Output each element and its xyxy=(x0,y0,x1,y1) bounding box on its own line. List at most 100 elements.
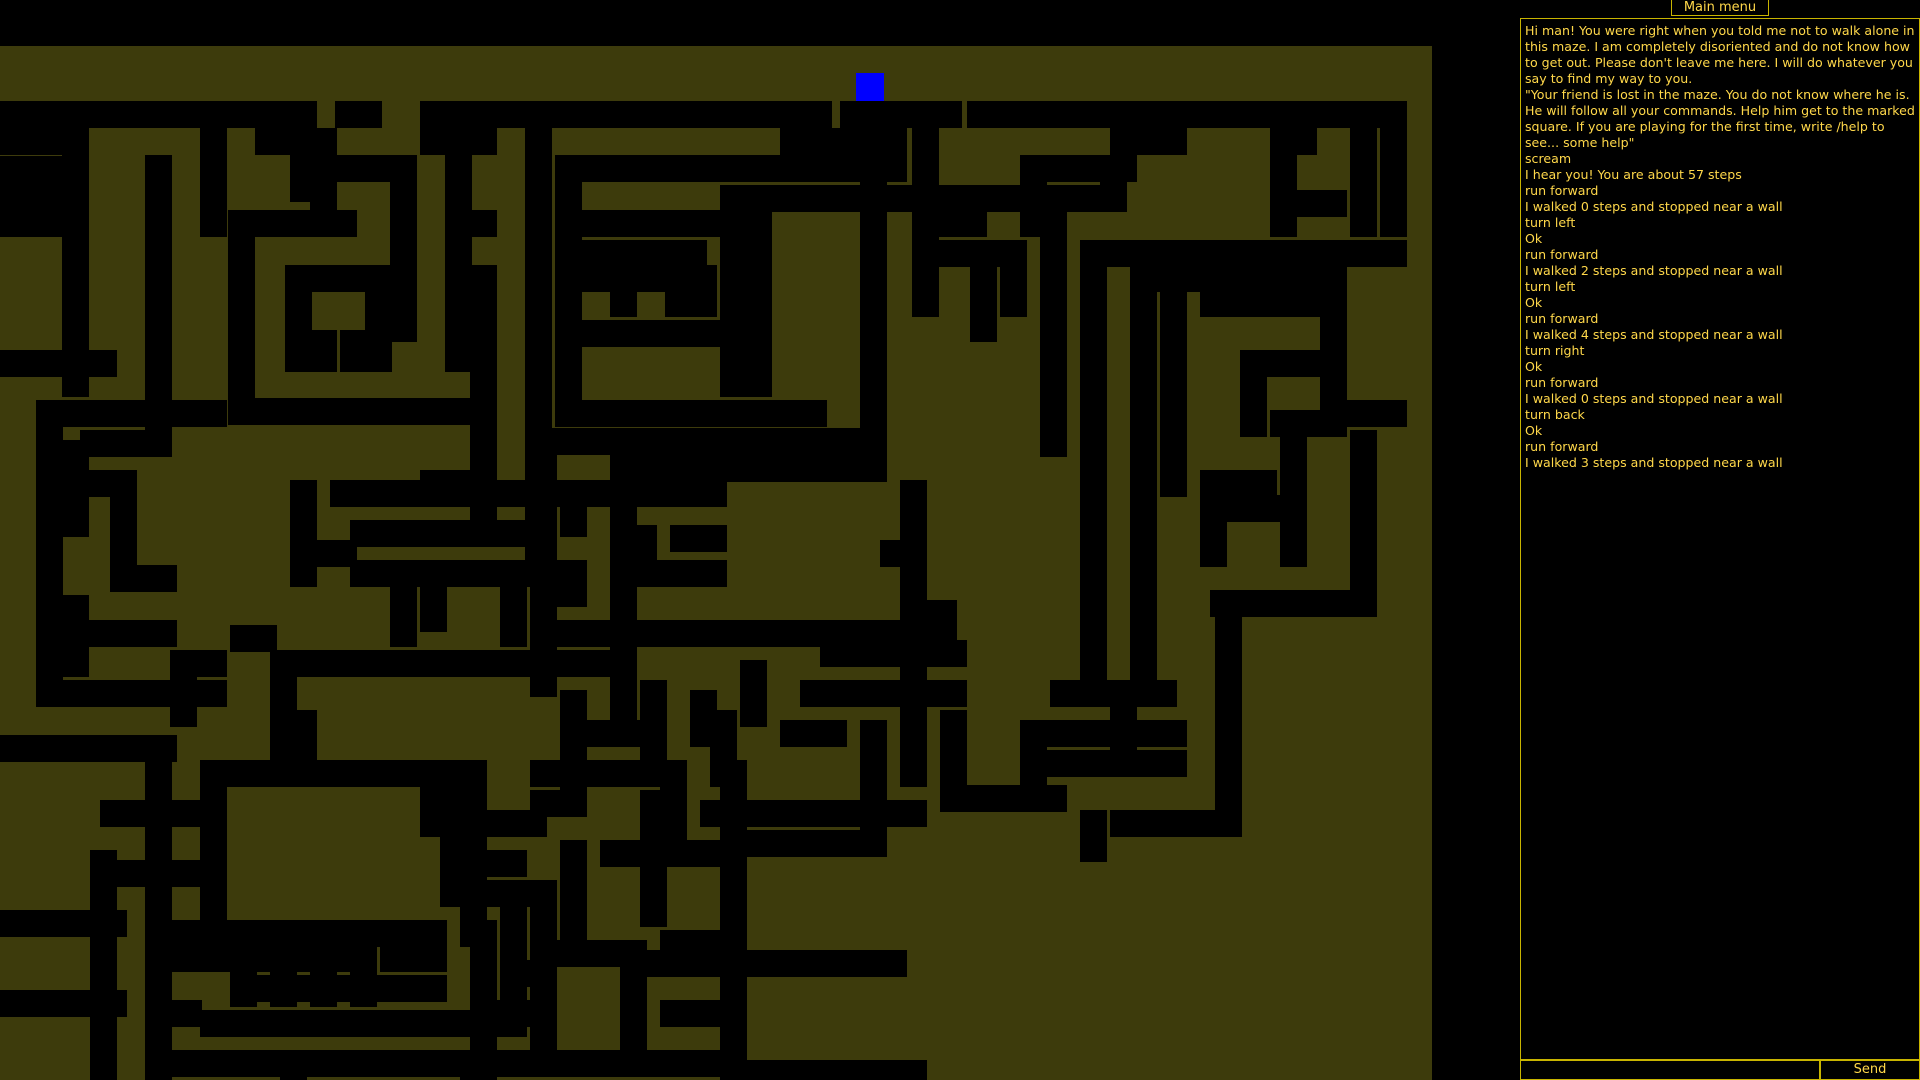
chat-message: I walked 3 steps and stopped near a wall xyxy=(1525,455,1783,470)
maze-wall xyxy=(720,210,747,397)
maze-wall xyxy=(150,1050,507,1077)
maze-wall xyxy=(740,830,887,857)
maze-wall xyxy=(1270,190,1347,217)
chat-message: I hear you! You are about 57 steps xyxy=(1525,167,1742,182)
maze-wall xyxy=(460,850,527,877)
maze-wall xyxy=(390,155,417,342)
maze-wall xyxy=(780,720,847,747)
maze-wall xyxy=(720,1060,927,1080)
maze-wall xyxy=(150,920,447,947)
maze-wall xyxy=(660,1000,747,1027)
maze-wall xyxy=(228,210,255,425)
chat-message: I walked 4 steps and stopped near a wall xyxy=(1525,327,1783,342)
marked-square xyxy=(856,73,884,101)
maze-wall xyxy=(745,210,772,397)
maze-wall xyxy=(1270,128,1297,237)
chat-message: turn left xyxy=(1525,215,1576,230)
maze-wall xyxy=(255,210,357,237)
maze-wall xyxy=(1280,410,1307,567)
maze-wall xyxy=(100,800,202,827)
main-menu-button[interactable]: Main menu xyxy=(1671,0,1769,16)
maze-wall xyxy=(600,840,667,867)
maze-wall xyxy=(380,945,447,972)
maze-wall xyxy=(0,128,63,155)
maze-wall xyxy=(900,720,927,787)
maze-wall xyxy=(560,690,587,817)
chat-message: Ok xyxy=(1525,295,1543,310)
maze-wall xyxy=(1215,590,1242,837)
maze-wall xyxy=(630,525,657,587)
maze-wall xyxy=(1160,290,1187,497)
maze-wall xyxy=(290,480,317,587)
maze-wall xyxy=(1110,128,1187,155)
maze-wall xyxy=(1340,400,1407,427)
maze-wall xyxy=(1080,240,1107,707)
maze-wall xyxy=(912,101,939,212)
maze-wall xyxy=(145,735,172,1080)
maze-wall xyxy=(630,950,907,977)
chat-message: run forward xyxy=(1525,183,1599,198)
chat-message-intro: Hi man! You were right when you told me … xyxy=(1525,23,1919,86)
maze-wall xyxy=(1080,240,1407,267)
maze-wall xyxy=(560,480,587,537)
maze-wall xyxy=(1350,430,1377,617)
maze-wall xyxy=(670,525,727,552)
maze-wall xyxy=(445,128,472,372)
maze-wall xyxy=(1110,690,1137,762)
maze-wall xyxy=(940,785,1067,812)
maze-wall xyxy=(967,101,1407,128)
maze-wall xyxy=(420,760,447,837)
maze-wall xyxy=(230,625,277,652)
maze-wall xyxy=(200,101,227,237)
chat-panel[interactable]: Hi man! You were right when you told me … xyxy=(1520,18,1920,1060)
maze-wall xyxy=(1130,265,1347,292)
maze-wall xyxy=(880,101,907,182)
maze-wall xyxy=(335,101,382,128)
maze-wall xyxy=(290,710,317,767)
command-bar: Send xyxy=(1520,1060,1920,1080)
chat-message: run forward xyxy=(1525,247,1599,262)
maze-wall xyxy=(760,620,807,647)
maze-wall xyxy=(1020,735,1047,812)
maze-wall xyxy=(1200,470,1277,497)
maze-wall xyxy=(150,1000,202,1027)
maze-wall xyxy=(80,430,172,457)
maze-wall xyxy=(580,320,727,347)
maze-wall xyxy=(680,840,747,867)
maze-wall xyxy=(530,880,557,1077)
maze-wall xyxy=(36,680,227,707)
maze-wall xyxy=(90,850,117,1080)
maze-wall xyxy=(555,210,747,237)
maze-wall xyxy=(0,990,127,1017)
chat-message: run forward xyxy=(1525,311,1599,326)
maze-wall xyxy=(310,330,337,372)
maze-wall xyxy=(555,265,717,292)
chat-message: scream xyxy=(1525,151,1572,166)
maze-wall xyxy=(800,680,967,707)
maze-wall xyxy=(610,455,887,482)
chat-message: Ok xyxy=(1525,423,1543,438)
send-button[interactable]: Send xyxy=(1820,1060,1920,1080)
maze-wall xyxy=(820,640,967,667)
maze-wall xyxy=(610,560,727,587)
maze-wall xyxy=(1110,810,1242,837)
maze-wall xyxy=(280,1050,307,1080)
maze-wall xyxy=(840,101,867,155)
maze-board[interactable] xyxy=(0,0,1432,1080)
chat-message: Ok xyxy=(1525,359,1543,374)
maze-wall xyxy=(290,540,357,567)
maze-wall xyxy=(62,620,177,647)
chat-message: "Your friend is lost in the maze. You do… xyxy=(1525,87,1919,150)
maze-wall xyxy=(1130,265,1157,707)
maze-wall xyxy=(912,210,939,317)
maze-wall xyxy=(0,156,63,183)
maze-wall xyxy=(445,210,497,237)
maze-wall xyxy=(740,660,767,727)
command-input[interactable] xyxy=(1520,1060,1820,1080)
maze-wall xyxy=(1240,350,1267,437)
maze-wall xyxy=(0,183,63,210)
maze-wall xyxy=(530,580,587,607)
maze-wall xyxy=(1350,128,1377,237)
maze-wall xyxy=(1380,101,1407,237)
chat-message: I walked 0 steps and stopped near a wall xyxy=(1525,199,1783,214)
